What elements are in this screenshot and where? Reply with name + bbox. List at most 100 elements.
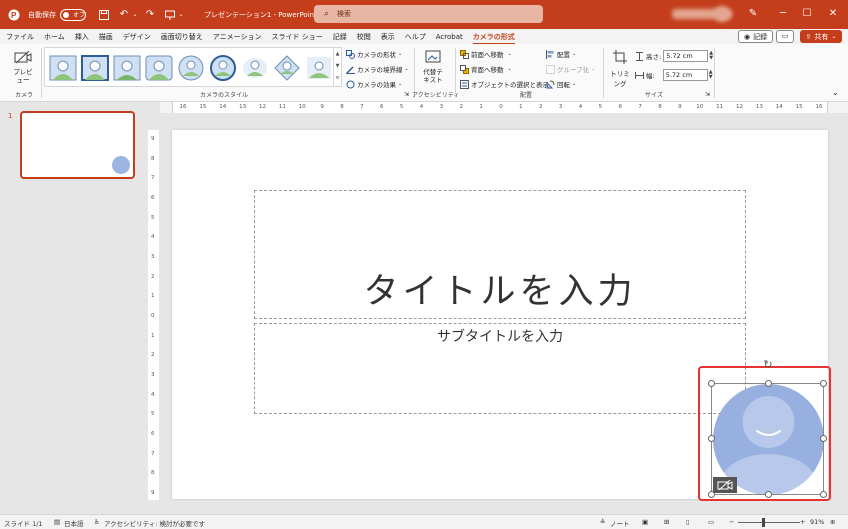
camera-style-gallery[interactable]: ▲ ▼ ≡: [44, 47, 342, 87]
resize-handle-se[interactable]: [820, 491, 827, 498]
customize-toolbar-icon[interactable]: ⌄: [178, 7, 184, 23]
dialog-launcher-icon[interactable]: ⇲: [404, 91, 409, 98]
tab-insert[interactable]: 挿入: [75, 32, 89, 42]
tab-slideshow[interactable]: スライド ショー: [272, 32, 323, 42]
ruler-tick-label: 2: [459, 104, 464, 110]
minimize-button[interactable]: ─: [776, 7, 790, 21]
send-backward-icon: [460, 64, 469, 74]
height-input[interactable]: 5.72 cm: [663, 50, 709, 62]
normal-view-icon[interactable]: ▣: [642, 518, 648, 526]
tab-help[interactable]: ヘルプ: [405, 32, 426, 42]
camera-preview-button[interactable]: プレビュー: [9, 50, 37, 86]
tab-home[interactable]: ホーム: [44, 32, 65, 42]
camera-style-5-icon[interactable]: [177, 54, 205, 82]
ruler-tick-label: 10: [298, 104, 306, 110]
camera-off-icon[interactable]: [713, 477, 737, 493]
slide-sorter-icon[interactable]: ⊞: [664, 518, 669, 526]
tab-draw[interactable]: 描画: [99, 32, 113, 42]
camera-style-6-icon[interactable]: [209, 54, 237, 82]
slide-thumbnail-1[interactable]: [20, 111, 135, 179]
ruler-tick-label: 5: [151, 214, 155, 221]
crop-button[interactable]: トリミング: [608, 50, 632, 88]
rotate-handle-icon[interactable]: ↻: [762, 359, 774, 371]
resize-handle-s[interactable]: [765, 491, 772, 498]
tab-file[interactable]: ファイル: [6, 32, 34, 42]
camera-effects-button[interactable]: カメラの効果 ⌄: [346, 79, 402, 89]
save-icon[interactable]: [96, 7, 112, 23]
ruler-tick-label: 0: [499, 104, 503, 110]
record-button[interactable]: ◉ 記録: [738, 30, 774, 43]
title-placeholder[interactable]: タイトルを入力: [254, 190, 746, 319]
notes-icon[interactable]: ≜: [600, 518, 605, 526]
tab-view[interactable]: 表示: [381, 32, 395, 42]
search-box[interactable]: ⌕ 検索: [314, 5, 543, 23]
tab-review[interactable]: 校閲: [357, 32, 371, 42]
camera-style-2-icon[interactable]: [81, 54, 109, 82]
rotate-button[interactable]: 回転 ⌄: [546, 79, 576, 89]
slideshow-view-icon[interactable]: ▭: [708, 518, 714, 526]
maximize-button[interactable]: ☐: [800, 7, 814, 21]
autosave-toggle[interactable]: オフ: [60, 8, 86, 21]
zoom-in-icon[interactable]: +: [800, 518, 805, 526]
ruler-tick-label: 5: [399, 104, 404, 110]
share-button[interactable]: ⇪ 共有 ⌄: [800, 30, 842, 43]
notes-button[interactable]: ノート: [610, 518, 630, 528]
dialog-launcher-icon[interactable]: ⇲: [705, 91, 710, 98]
zoom-out-icon[interactable]: −: [729, 518, 734, 526]
resize-handle-w[interactable]: [708, 435, 715, 442]
collapse-ribbon-icon[interactable]: ⌄: [832, 88, 839, 97]
camera-style-4-icon[interactable]: [145, 54, 173, 82]
camera-off-icon: [14, 50, 32, 64]
group-button[interactable]: グループ化 ⌄: [546, 64, 595, 74]
subtitle-placeholder[interactable]: サブタイトルを入力: [254, 323, 746, 414]
bring-forward-button[interactable]: 前面へ移動 ⌄: [460, 49, 512, 59]
undo-dropdown-icon[interactable]: ⌄: [132, 7, 138, 23]
ruler-tick-label: 5: [151, 411, 155, 418]
resize-handle-ne[interactable]: [820, 380, 827, 387]
undo-icon[interactable]: ↶: [116, 7, 132, 23]
accessibility-icon[interactable]: ♿: [94, 518, 100, 526]
camera-shape-button[interactable]: カメラの形状 ⌄: [346, 49, 402, 59]
zoom-level[interactable]: 91%: [810, 518, 824, 526]
camera-style-3-icon[interactable]: [113, 54, 141, 82]
redo-icon[interactable]: ↷: [142, 7, 158, 23]
fit-to-window-icon[interactable]: ⊕: [830, 518, 835, 526]
resize-handle-nw[interactable]: [708, 380, 715, 387]
camera-style-8-icon[interactable]: [273, 54, 301, 82]
width-input[interactable]: 5.72 cm: [662, 69, 708, 81]
camera-style-1-icon[interactable]: [49, 54, 77, 82]
alt-text-button[interactable]: 代替テキスト: [420, 50, 446, 84]
proofing-icon[interactable]: ▤: [54, 518, 60, 526]
tab-camera-format[interactable]: カメラの形式: [472, 32, 515, 45]
group-icon: [546, 64, 555, 74]
align-icon: [546, 49, 555, 59]
camera-border-button[interactable]: カメラの境界線 ⌄: [346, 64, 409, 74]
close-button[interactable]: ✕: [826, 7, 840, 21]
zoom-slider[interactable]: [738, 522, 800, 523]
reading-view-icon[interactable]: ▯: [686, 518, 690, 526]
tab-record[interactable]: 記録: [333, 32, 347, 42]
camera-style-9-icon[interactable]: [305, 54, 333, 82]
ruler-tick-label: 16: [815, 104, 823, 110]
gallery-scroll-icon[interactable]: ▲ ▼ ≡: [333, 48, 341, 86]
accessibility-status[interactable]: アクセシビリティ: 検討が必要です: [104, 518, 205, 528]
border-pen-icon: [346, 65, 355, 74]
language-label[interactable]: 日本語: [64, 518, 84, 528]
pen-icon[interactable]: ✎: [746, 7, 760, 21]
resize-handle-e[interactable]: [820, 435, 827, 442]
zoom-slider-thumb[interactable]: [762, 518, 765, 527]
align-button[interactable]: 配置 ⌄: [546, 49, 576, 59]
send-backward-button[interactable]: 背面へ移動 ⌄: [460, 64, 512, 74]
tab-design[interactable]: デザイン: [123, 32, 151, 42]
resize-handle-n[interactable]: [765, 380, 772, 387]
ruler-tick-label: 4: [151, 234, 155, 241]
start-slideshow-icon[interactable]: [162, 7, 178, 23]
avatar[interactable]: [714, 6, 730, 22]
comments-icon[interactable]: ▭: [776, 30, 794, 43]
tab-transitions[interactable]: 画面切り替え: [161, 32, 203, 42]
tab-animations[interactable]: アニメーション: [213, 32, 262, 42]
camera-style-7-icon[interactable]: [241, 54, 269, 82]
selection-pane-button[interactable]: オブジェクトの選択と表示: [460, 79, 549, 89]
tab-acrobat[interactable]: Acrobat: [436, 33, 463, 41]
align-label: 配置: [557, 51, 570, 59]
